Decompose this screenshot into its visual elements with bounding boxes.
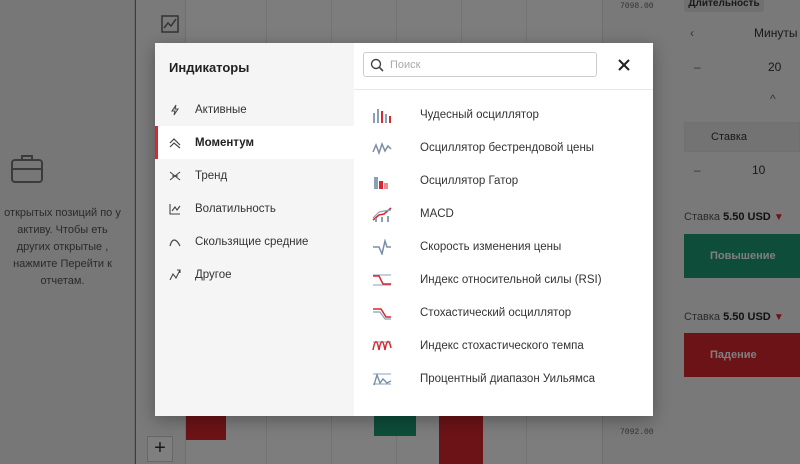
lightning-icon [171,104,179,115]
category-active[interactable]: Активные [155,93,354,126]
indicators-dialog: Индикаторы Активные Моментум Тренд Волат… [155,43,653,416]
rate-of-change-icon [373,238,391,255]
indicator-item[interactable]: Процентный диапазон Уильямса [354,362,653,395]
momentum-icon [169,137,181,148]
category-momentum[interactable]: Моментум [155,126,354,159]
moving-average-icon [169,238,181,246]
category-volatility[interactable]: Волатильность [155,192,354,225]
indicator-pane: Чудесный осциллятор Осциллятор бестрендо… [354,43,653,416]
category-moving-averages[interactable]: Скользящие средние [155,225,354,258]
category-list: Активные Моментум Тренд Волатильность Ск… [155,93,354,291]
search-box[interactable] [363,52,597,77]
category-other[interactable]: Другое [155,258,354,291]
trend-icon [169,171,181,180]
indicator-item[interactable]: Индекс стохастического темпа [354,329,653,362]
categories-sidebar: Индикаторы Активные Моментум Тренд Волат… [155,43,354,416]
dialog-title: Индикаторы [169,60,250,75]
macd-icon [372,206,392,222]
awesome-oscillator-icon [373,108,391,123]
divider [354,89,653,90]
search-icon [370,58,384,72]
indicator-item[interactable]: Скорость изменения цены [354,230,653,263]
detrended-price-icon [372,141,392,155]
indicator-item[interactable]: Индекс относительной силы (RSI) [354,263,653,296]
indicator-list: Чудесный осциллятор Осциллятор бестрендо… [354,98,653,395]
other-icon [169,268,181,280]
indicator-item[interactable]: Осциллятор бестрендовой цены [354,131,653,164]
stochastic-oscillator-icon [373,307,391,320]
indicator-item[interactable]: Чудесный осциллятор [354,98,653,131]
category-trend[interactable]: Тренд [155,159,354,192]
stochastic-momentum-icon [372,340,392,350]
gator-oscillator-icon [374,176,388,189]
search-input[interactable] [390,58,580,71]
volatility-icon [169,203,181,215]
williams-percent-range-icon [373,372,392,385]
indicator-item[interactable]: Осциллятор Гатор [354,164,653,197]
close-icon[interactable] [616,57,632,73]
indicator-item[interactable]: MACD [354,197,653,230]
rsi-icon [373,274,391,285]
indicator-item[interactable]: Стохастический осциллятор [354,296,653,329]
